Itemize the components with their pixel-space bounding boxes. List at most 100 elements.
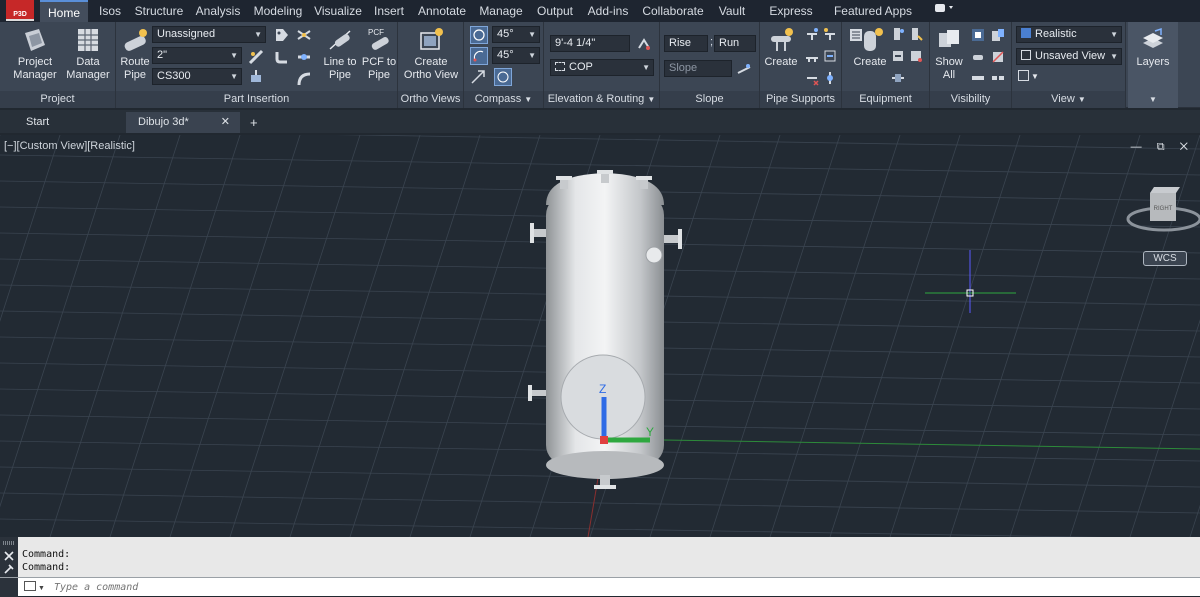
- close-icon[interactable]: ✕: [221, 112, 230, 133]
- close-icon[interactable]: [4, 551, 14, 561]
- connect-pipe-icon[interactable]: [296, 49, 312, 65]
- data-manager-button[interactable]: Data Manager: [64, 25, 112, 82]
- model-viewport[interactable]: Z Y RIGHT [−][Custom View][Realistic] — …: [0, 135, 1200, 537]
- tab-vault[interactable]: Vault: [714, 0, 750, 22]
- tab-express-tools[interactable]: Express Tools: [756, 0, 826, 40]
- model-canvas[interactable]: Z Y RIGHT: [0, 135, 1200, 537]
- snap-icon[interactable]: [470, 69, 486, 85]
- pipe-bend-icon[interactable]: [296, 71, 312, 87]
- pipe-spec-select[interactable]: Unassigned ▼: [152, 26, 266, 43]
- command-window-controls: [3, 541, 15, 574]
- x-axis-line: [663, 439, 1200, 450]
- viewcube[interactable]: RIGHT: [1126, 187, 1200, 232]
- tab-output[interactable]: Output: [532, 0, 578, 22]
- doc-tab-start[interactable]: Start: [0, 112, 126, 133]
- project-manager-button[interactable]: Project Manager: [8, 25, 62, 82]
- create-equipment-button[interactable]: Create: [850, 25, 890, 69]
- compass-toggle-icon[interactable]: [470, 26, 488, 44]
- layers-button[interactable]: Layers: [1130, 25, 1176, 69]
- isolate-pipe-icon[interactable]: [970, 49, 986, 65]
- route-pipe-icon: [124, 29, 147, 51]
- compass-angle-icon[interactable]: [470, 47, 488, 65]
- line-to-pipe-button[interactable]: Line to Pipe: [320, 25, 360, 82]
- visual-style-select[interactable]: Realistic ▼: [1016, 26, 1122, 43]
- routing-plane-select[interactable]: COP ▼: [550, 59, 654, 76]
- tab-visualize[interactable]: Visualize: [312, 0, 364, 22]
- application-menu-button[interactable]: P3D: [6, 0, 34, 21]
- tab-add-ins[interactable]: Add-ins: [584, 0, 632, 22]
- route-pipe-button[interactable]: Route Pipe: [118, 25, 152, 82]
- panel-layers[interactable]: Layers ▼: [1128, 22, 1178, 108]
- named-view-select[interactable]: Unsaved View ▼: [1016, 48, 1122, 65]
- tab-collaborate[interactable]: Collaborate: [638, 0, 708, 22]
- support-attach-icon[interactable]: [822, 70, 838, 86]
- panel-title-view[interactable]: View ▼: [1012, 91, 1125, 108]
- insert-component-icon[interactable]: [248, 69, 264, 85]
- create-pipe-support-button[interactable]: Create: [762, 25, 800, 69]
- support-detail-icon[interactable]: [822, 48, 838, 64]
- tab-home[interactable]: Home: [40, 0, 88, 22]
- panel-slope: Rise ; Run Slope Slope: [660, 22, 760, 108]
- slope-toggle-icon[interactable]: [736, 61, 752, 77]
- compass-orbit-icon[interactable]: [494, 68, 512, 86]
- pcf-to-pipe-label: PCF to Pipe: [361, 56, 397, 81]
- wrench-icon[interactable]: [4, 564, 14, 574]
- command-input[interactable]: [54, 580, 1194, 595]
- tab-annotate[interactable]: Annotate: [414, 0, 470, 22]
- compass-angle2-select[interactable]: 45° ▼: [492, 47, 540, 64]
- support-add-icon[interactable]: [804, 26, 820, 42]
- isolate-objects-icon[interactable]: [990, 27, 1006, 43]
- create-ortho-view-button[interactable]: Create Ortho View: [400, 25, 462, 82]
- panel-title-elevation-routing[interactable]: Elevation & Routing ▼: [544, 91, 659, 108]
- support-convert-icon[interactable]: [804, 48, 820, 64]
- compass-angle1-select[interactable]: 45° ▼: [492, 26, 540, 43]
- tab-insert[interactable]: Insert: [370, 0, 408, 22]
- named-view-value: Unsaved View: [1035, 50, 1106, 62]
- tab-structure[interactable]: Structure: [132, 0, 186, 22]
- nozzle-add-icon[interactable]: [890, 26, 906, 42]
- elbow-icon[interactable]: [274, 49, 290, 65]
- viewport-window-controls[interactable]: — ⧉ ✕: [1131, 141, 1194, 154]
- doc-tab-dibujo-3d[interactable]: Dibujo 3d* ✕: [126, 112, 240, 133]
- visibility-filter-icon[interactable]: [970, 70, 986, 86]
- equipment-convert-icon[interactable]: [890, 48, 906, 64]
- tab-isos[interactable]: Isos: [94, 0, 126, 22]
- new-tab-button[interactable]: +: [246, 112, 264, 133]
- panel-title-compass[interactable]: Compass ▼: [464, 91, 543, 108]
- hide-equipment-icon[interactable]: [990, 49, 1006, 65]
- doc-tab-label: Dibujo 3d*: [138, 116, 189, 128]
- hide-objects-icon[interactable]: [970, 27, 986, 43]
- tag-icon[interactable]: [274, 27, 290, 43]
- layers-expand-button[interactable]: ▼: [1128, 91, 1178, 108]
- pipe-material-select[interactable]: CS300 ▼: [152, 68, 242, 85]
- panel-title-equipment: Equipment: [842, 91, 929, 108]
- tab-modeling[interactable]: Modeling: [250, 0, 306, 22]
- routing-plane-value: COP: [569, 61, 593, 73]
- valve-icon[interactable]: [296, 27, 312, 43]
- support-edit-icon[interactable]: [822, 26, 838, 42]
- tab-analysis[interactable]: Analysis: [192, 0, 244, 22]
- show-all-button[interactable]: Show All: [932, 25, 966, 82]
- support-remove-icon[interactable]: [804, 70, 820, 86]
- visibility-settings-icon[interactable]: [990, 70, 1006, 86]
- ribbon-display-toggle[interactable]: [930, 0, 958, 22]
- panel-visibility: Show All Visibility: [930, 22, 1012, 108]
- tab-manage[interactable]: Manage: [476, 0, 526, 22]
- nozzle-edit-icon[interactable]: [908, 26, 924, 42]
- elevation-reset-icon[interactable]: [636, 36, 652, 52]
- recent-commands-button[interactable]: ▼: [24, 581, 50, 594]
- pcf-to-pipe-button[interactable]: PCF PCF to Pipe: [360, 25, 398, 82]
- equipment-modify-icon[interactable]: [908, 48, 924, 64]
- wcs-menu-button[interactable]: WCS: [1143, 251, 1187, 266]
- elevation-input[interactable]: 9'-4 1/4": [550, 35, 630, 52]
- pipe-size-select[interactable]: 2" ▼: [152, 47, 242, 64]
- tab-featured-apps[interactable]: Featured Apps: [832, 0, 914, 22]
- equipment-attach-icon[interactable]: [890, 70, 906, 86]
- pipe-fitting-icon[interactable]: [248, 49, 264, 65]
- viewport-controls-label[interactable]: [−][Custom View][Realistic]: [4, 140, 135, 152]
- rise-input[interactable]: Rise: [664, 35, 708, 52]
- run-input[interactable]: Run: [714, 35, 756, 52]
- create-equipment-label: Create: [853, 56, 887, 68]
- slope-input[interactable]: Slope: [664, 60, 732, 77]
- viewport-config-button[interactable]: ▼: [1018, 70, 1044, 86]
